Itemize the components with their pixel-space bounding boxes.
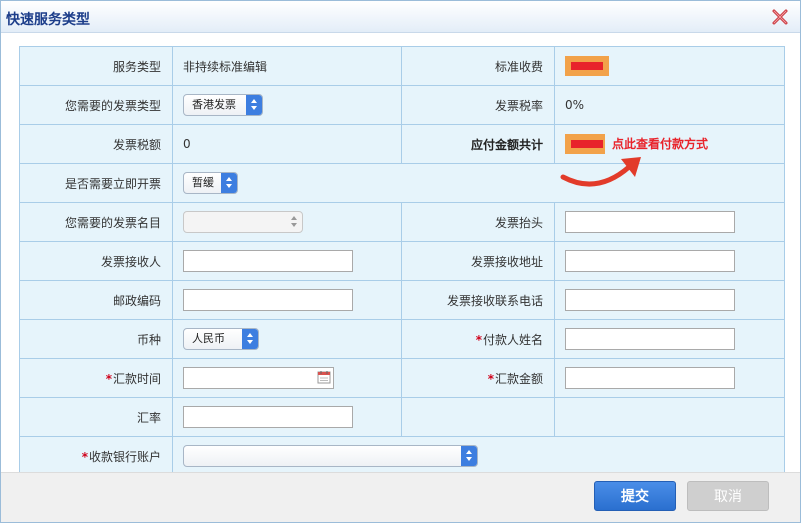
select-arrows-icon: [246, 95, 262, 115]
immediate-invoice-select[interactable]: 暂缓: [183, 172, 238, 194]
select-arrows-icon: [242, 329, 258, 349]
row-recipient: 发票接收人 发票接收地址: [19, 241, 785, 281]
dialog-titlebar: 快速服务类型: [1, 1, 800, 33]
row-immediate-invoice: 是否需要立即开票 暂缓: [19, 163, 785, 203]
recipient-input[interactable]: [183, 250, 353, 272]
standard-fee-label: 标准收费: [401, 46, 555, 86]
remit-time-input[interactable]: [183, 367, 334, 389]
row-service-type: 服务类型 非持续标准编辑 标准收费: [19, 46, 785, 86]
payer-name-label: 付款人姓名: [482, 332, 543, 347]
payer-name-cell: [554, 319, 785, 359]
curved-arrow-icon: [560, 157, 641, 187]
row-currency: 币种 人民币 *付款人姓名: [19, 319, 785, 359]
required-asterisk: *: [105, 371, 112, 386]
tax-rate-value: 0%: [554, 85, 785, 125]
view-payment-methods-link[interactable]: 点此查看付款方式: [612, 137, 708, 151]
calendar-icon[interactable]: [317, 370, 331, 384]
remit-time-field: [183, 367, 334, 389]
row-tax-amount: 发票税额 0 应付金额共计 点此查看付款方式: [19, 124, 785, 164]
row-invoice-type: 您需要的发票类型 香港发票 发票税率 0%: [19, 85, 785, 125]
remit-time-cell: [172, 358, 402, 398]
payer-name-input[interactable]: [565, 328, 735, 350]
dialog-title: 快速服务类型: [6, 12, 90, 28]
select-arrows-icon: [461, 446, 477, 466]
row-postcode: 邮政编码 发票接收联系电话: [19, 280, 785, 320]
cancel-button[interactable]: 取消: [687, 481, 769, 511]
currency-select[interactable]: 人民币: [183, 328, 259, 350]
required-asterisk: *: [81, 449, 88, 464]
postcode-label: 邮政编码: [19, 280, 173, 320]
service-type-label: 服务类型: [19, 46, 173, 86]
select-arrows-icon: [221, 173, 237, 193]
invoice-type-select[interactable]: 香港发票: [183, 94, 263, 116]
row-remit: *汇款时间 *汇款金额: [19, 358, 785, 398]
quick-service-dialog: 快速服务类型 服务类型 非持续标准编辑 标准收费 您需要的发票类型 香港发票 发…: [0, 0, 801, 523]
exchange-rate-input[interactable]: [183, 406, 353, 428]
immediate-invoice-cell: 暂缓: [172, 163, 785, 203]
exchange-rate-label: 汇率: [19, 397, 173, 437]
currency-cell: 人民币: [172, 319, 402, 359]
invoice-header-cell: [554, 202, 785, 242]
remit-amount-input[interactable]: [565, 367, 735, 389]
dialog-footer: 提交 取消: [1, 472, 800, 522]
bank-account-select[interactable]: [183, 445, 478, 467]
address-input[interactable]: [565, 250, 735, 272]
tax-amount-value: 0: [172, 124, 402, 164]
postcode-input[interactable]: [183, 289, 353, 311]
tax-amount-label: 发票税额: [19, 124, 173, 164]
currency-label: 币种: [19, 319, 173, 359]
phone-input[interactable]: [565, 289, 735, 311]
standard-fee-cell: [554, 46, 785, 86]
required-asterisk: *: [487, 371, 494, 386]
standard-fee-redacted-value: [565, 56, 609, 76]
invoice-header-label: 发票抬头: [401, 202, 555, 242]
submit-button[interactable]: 提交: [594, 481, 676, 511]
tax-rate-label: 发票税率: [401, 85, 555, 125]
invoice-header-input[interactable]: [565, 211, 735, 233]
row-invoice-item: 您需要的发票名目 发票抬头: [19, 202, 785, 242]
invoice-type-cell: 香港发票: [172, 85, 402, 125]
bank-account-label-cell: *收款银行账户: [19, 436, 173, 476]
currency-selected: 人民币: [192, 332, 225, 345]
phone-cell: [554, 280, 785, 320]
payer-name-label-cell: *付款人姓名: [401, 319, 555, 359]
immediate-invoice-selected: 暂缓: [192, 176, 214, 189]
service-type-value: 非持续标准编辑: [172, 46, 402, 86]
bank-account-label: 收款银行账户: [88, 449, 161, 464]
invoice-item-cell: [172, 202, 402, 242]
total-label: 应付金额共计: [401, 124, 555, 164]
row-bank-account: *收款银行账户: [19, 436, 785, 476]
immediate-invoice-label: 是否需要立即开票: [19, 163, 173, 203]
remit-amount-cell: [554, 358, 785, 398]
empty-cell: [401, 397, 555, 437]
close-icon[interactable]: [770, 8, 790, 26]
bank-account-cell: [172, 436, 785, 476]
address-label: 发票接收地址: [401, 241, 555, 281]
select-arrows-icon: [286, 212, 302, 232]
remit-time-label: 汇款时间: [112, 371, 161, 386]
row-exchange-rate: 汇率: [19, 397, 785, 437]
remit-amount-label-cell: *汇款金额: [401, 358, 555, 398]
invoice-type-selected: 香港发票: [192, 98, 236, 111]
empty-cell: [554, 397, 785, 437]
required-asterisk: *: [475, 332, 482, 347]
postcode-cell: [172, 280, 402, 320]
invoice-type-label: 您需要的发票类型: [19, 85, 173, 125]
remit-time-label-cell: *汇款时间: [19, 358, 173, 398]
address-cell: [554, 241, 785, 281]
invoice-item-label: 您需要的发票名目: [19, 202, 173, 242]
phone-label: 发票接收联系电话: [401, 280, 555, 320]
exchange-rate-cell: [172, 397, 402, 437]
invoice-item-select[interactable]: [183, 211, 303, 233]
service-form-table: 服务类型 非持续标准编辑 标准收费 您需要的发票类型 香港发票 发票税率 0% …: [19, 46, 785, 476]
recipient-label: 发票接收人: [19, 241, 173, 281]
recipient-cell: [172, 241, 402, 281]
remit-amount-label: 汇款金额: [494, 371, 543, 386]
